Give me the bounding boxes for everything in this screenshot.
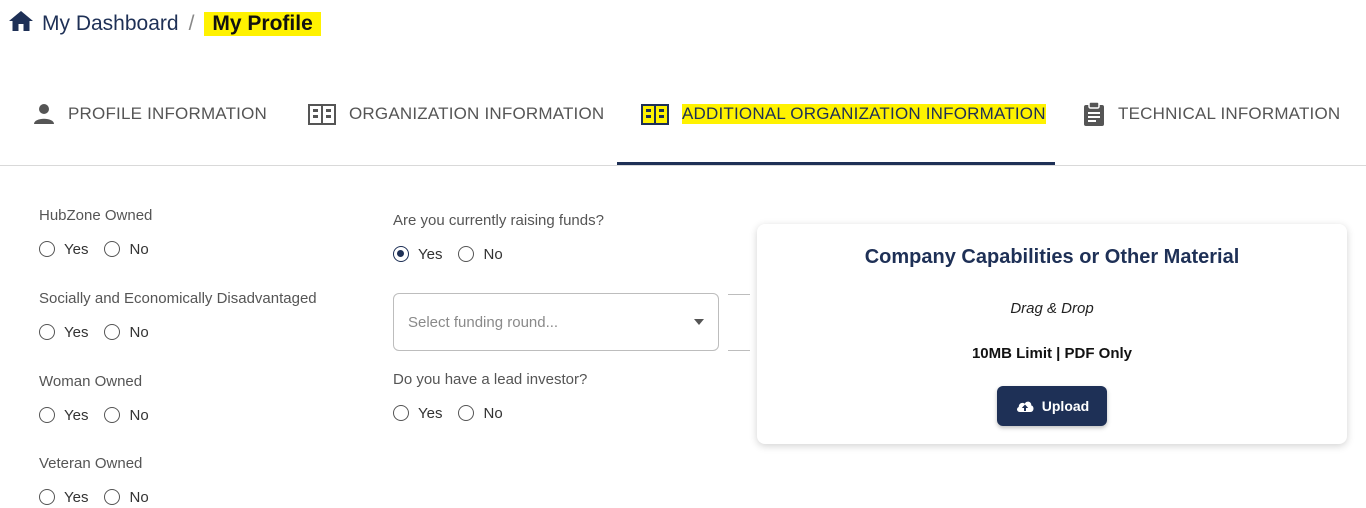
breadcrumb-my-dashboard-link[interactable]: My Dashboard <box>42 12 179 36</box>
hubzone-owned-no-radio[interactable] <box>104 241 121 257</box>
clipboard-icon <box>1084 101 1104 126</box>
radio-option-label: No <box>129 323 149 341</box>
lead-investor-yes-radio[interactable] <box>393 405 409 421</box>
raising-funds-label: Are you currently raising funds? <box>393 212 604 229</box>
woman-owned-label: Woman Owned <box>39 373 143 390</box>
hubzone-owned-radio-group: Yes No <box>39 238 165 260</box>
breadcrumb: My Dashboard / My Profile <box>8 8 321 40</box>
tab-profile-information[interactable]: PROFILE INFORMATION <box>32 84 267 144</box>
funding-round-select[interactable]: Select funding round... <box>393 293 719 351</box>
tab-organization-information[interactable]: ORGANIZATION INFORMATION <box>307 84 604 144</box>
active-tab-indicator <box>617 162 1055 165</box>
woman-owned-no-radio[interactable] <box>104 407 121 423</box>
tab-label: ORGANIZATION INFORMATION <box>349 104 605 123</box>
lead-investor-label: Do you have a lead investor? <box>393 371 588 388</box>
upload-button[interactable]: Upload <box>997 386 1107 426</box>
caret-down-icon <box>694 319 704 325</box>
tab-technical-information[interactable]: TECHNICAL INFORMATION <box>1082 84 1340 144</box>
raising-funds-yes-radio[interactable] <box>393 246 409 262</box>
veteran-owned-yes-radio[interactable] <box>39 489 55 505</box>
tab-label: ADDITIONAL ORGANIZATION INFORMATION <box>682 104 1046 124</box>
radio-option-label: Yes <box>418 404 443 422</box>
radio-option-label: Yes <box>64 240 89 258</box>
raising-funds-radio-group: Yes No <box>393 243 519 265</box>
radio-option-label: No <box>129 488 149 506</box>
breadcrumb-current-page: My Profile <box>204 12 321 36</box>
radio-option-label: Yes <box>64 406 89 424</box>
hubzone-owned-yes-radio[interactable] <box>39 241 55 257</box>
cloud-upload-icon <box>1016 401 1034 412</box>
socially-disadvantaged-radio-group: Yes No <box>39 321 165 343</box>
upload-limit-text: 10MB Limit | PDF Only <box>971 345 1133 362</box>
socially-disadvantaged-no-radio[interactable] <box>104 324 121 340</box>
veteran-owned-label: Veteran Owned <box>39 455 143 472</box>
building-icon <box>641 104 669 125</box>
radio-option-label: Yes <box>64 488 89 506</box>
socially-disadvantaged-label: Socially and Economically Disadvantaged <box>39 290 317 307</box>
building-icon <box>308 104 336 125</box>
profile-tabs: PROFILE INFORMATION ORGANIZATION INFORMA… <box>0 84 1366 166</box>
tab-label: PROFILE INFORMATION <box>68 104 267 123</box>
woman-owned-yes-radio[interactable] <box>39 407 55 423</box>
person-icon <box>34 104 54 124</box>
home-icon[interactable] <box>8 9 34 39</box>
hubzone-owned-label: HubZone Owned <box>39 207 153 224</box>
upload-card-title: Company Capabilities or Other Material <box>864 246 1240 268</box>
drag-drop-text: Drag & Drop <box>1010 300 1094 317</box>
radio-option-label: Yes <box>64 323 89 341</box>
divider-line <box>728 294 750 295</box>
upload-button-label: Upload <box>1041 398 1090 414</box>
radio-option-label: No <box>129 406 149 424</box>
funding-round-placeholder: Select funding round... <box>408 313 559 331</box>
breadcrumb-separator: / <box>188 12 195 35</box>
tab-additional-organization-information[interactable]: ADDITIONAL ORGANIZATION INFORMATION <box>640 84 1046 144</box>
raising-funds-no-radio[interactable] <box>458 246 475 262</box>
veteran-owned-no-radio[interactable] <box>104 489 121 505</box>
radio-option-label: Yes <box>418 245 443 263</box>
upload-card[interactable]: Company Capabilities or Other Material D… <box>757 224 1347 444</box>
divider-line <box>728 350 750 351</box>
radio-option-label: No <box>129 240 149 258</box>
veteran-owned-radio-group: Yes No <box>39 486 165 508</box>
woman-owned-radio-group: Yes No <box>39 404 165 426</box>
radio-option-label: No <box>483 404 503 422</box>
radio-option-label: No <box>483 245 503 263</box>
lead-investor-radio-group: Yes No <box>393 402 519 424</box>
tab-label: TECHNICAL INFORMATION <box>1118 104 1341 123</box>
socially-disadvantaged-yes-radio[interactable] <box>39 324 55 340</box>
lead-investor-no-radio[interactable] <box>458 405 475 421</box>
